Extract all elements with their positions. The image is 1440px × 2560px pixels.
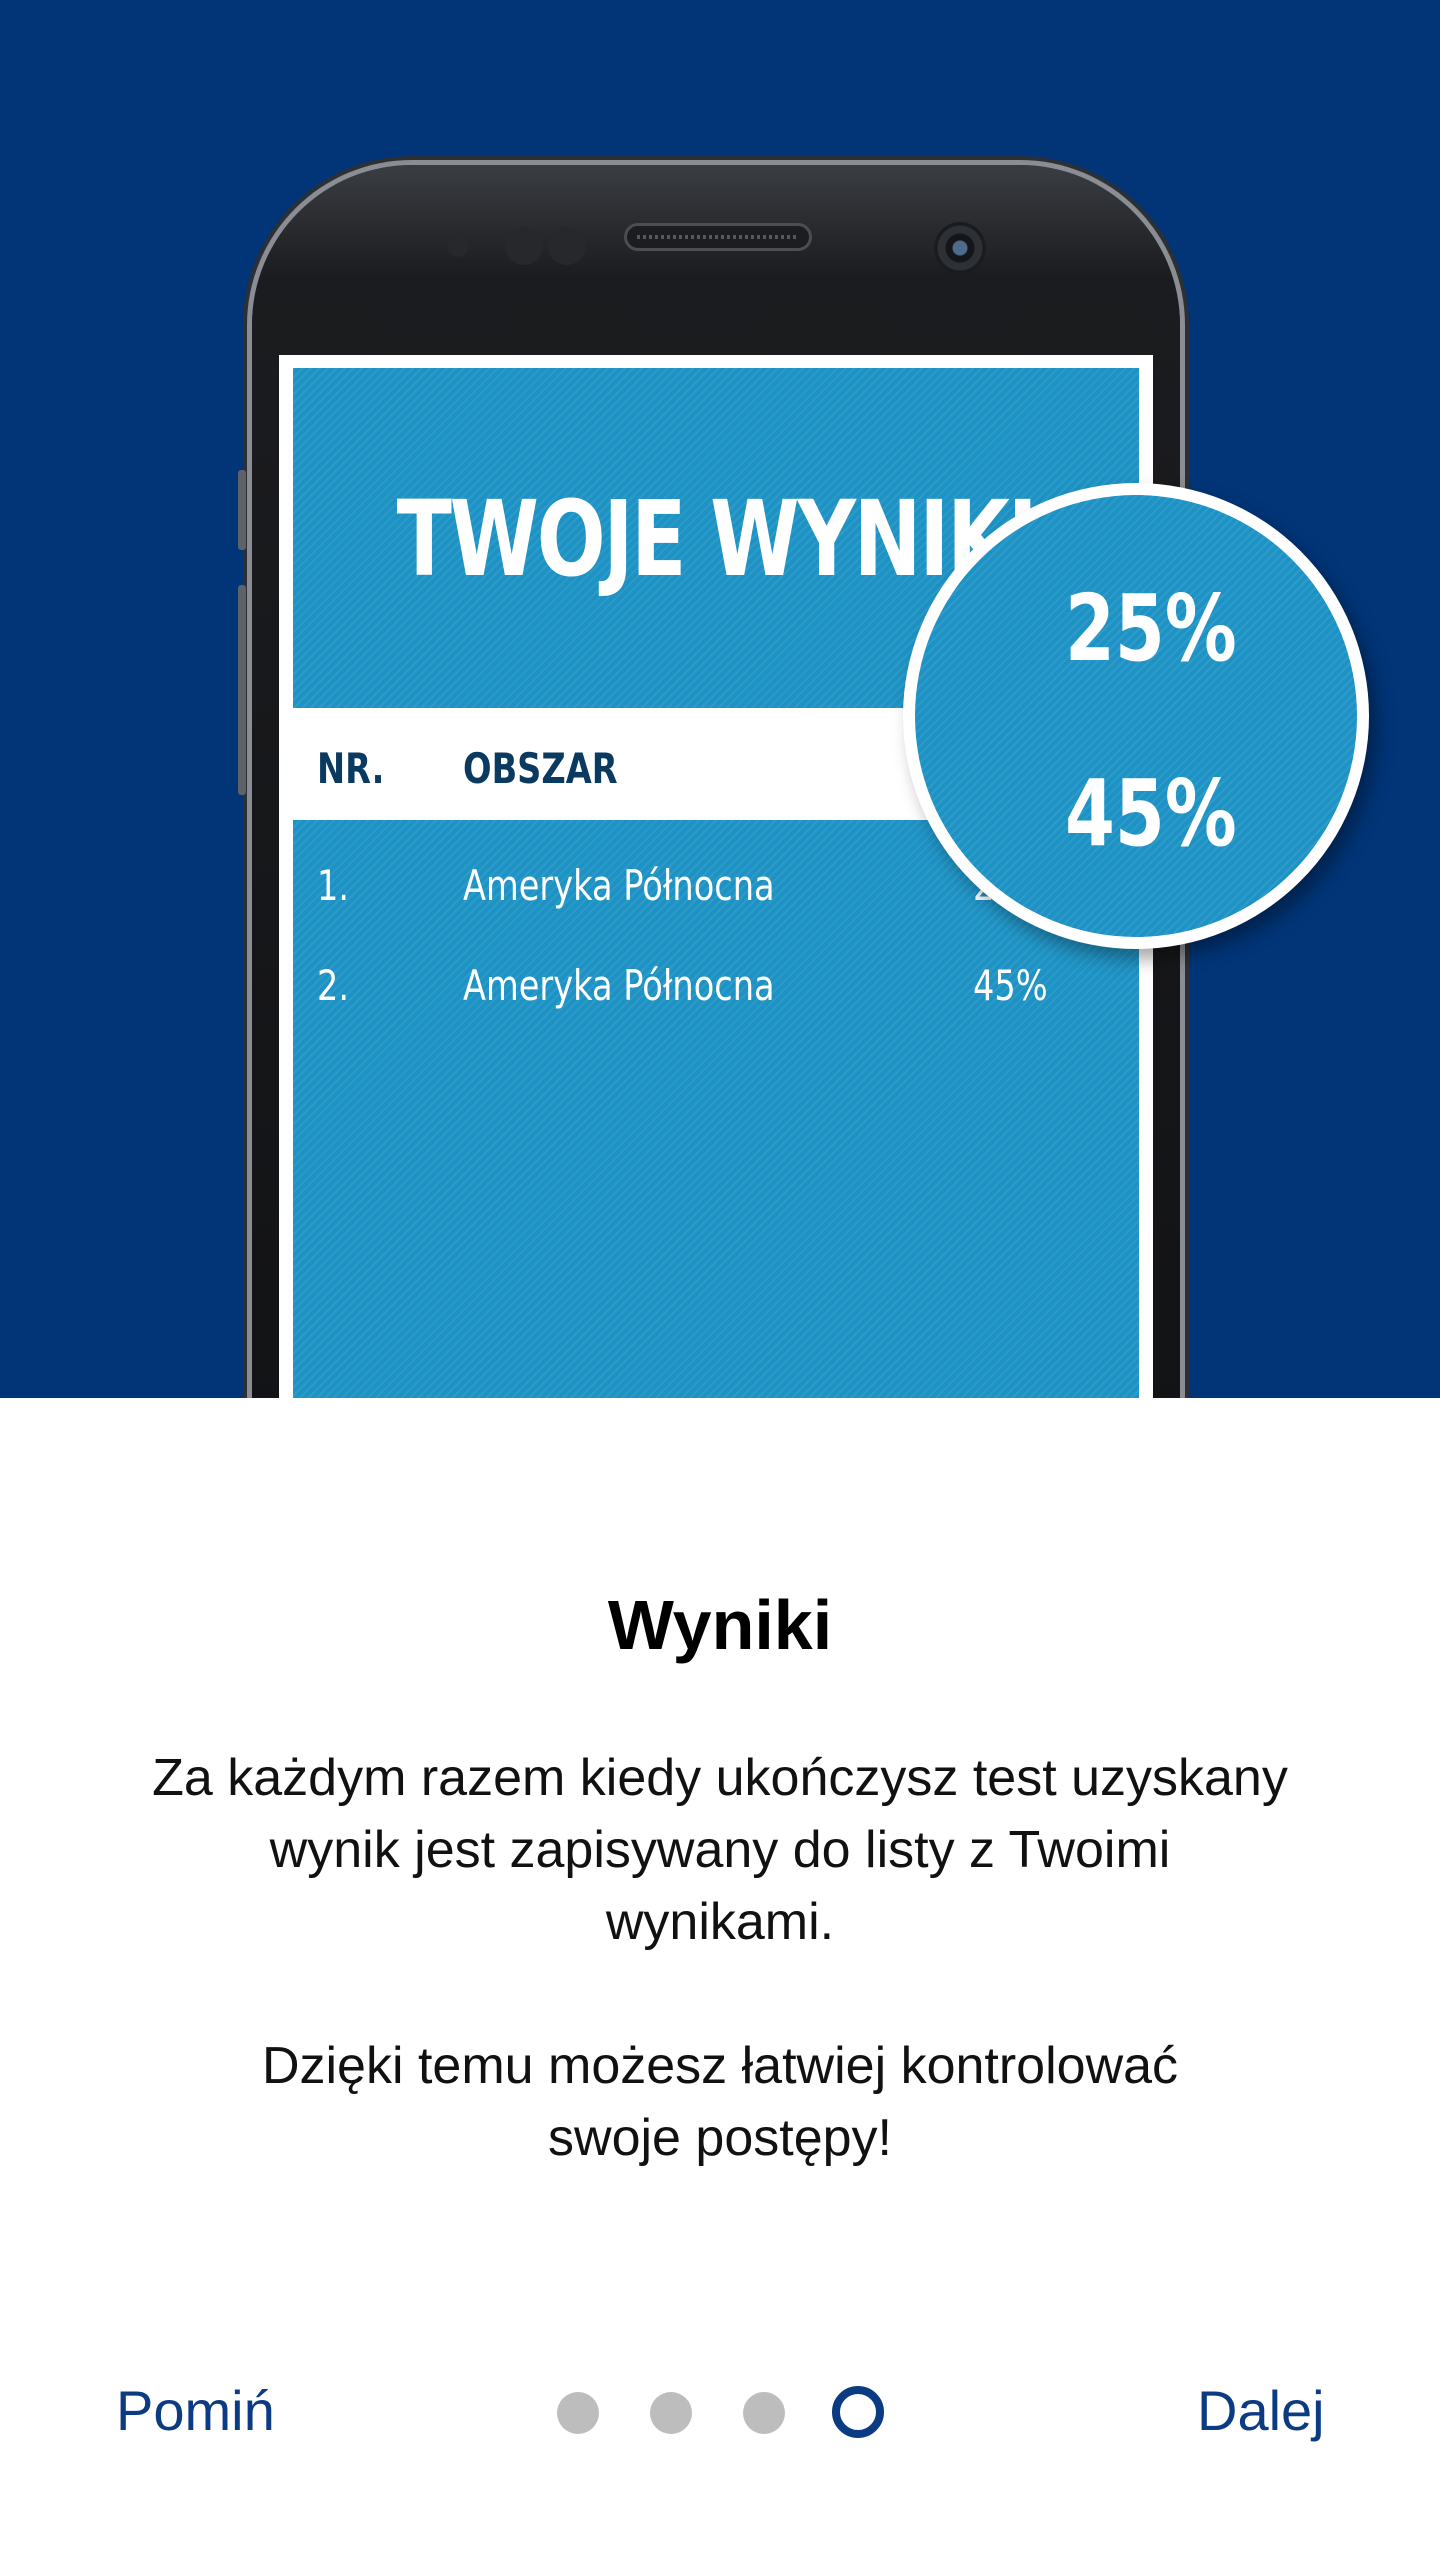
row-number: 2. bbox=[317, 961, 350, 1010]
description-line: swoje postępy! bbox=[548, 2109, 892, 2167]
page-dot[interactable] bbox=[650, 2392, 692, 2434]
column-header-area: OBSZAR bbox=[463, 744, 618, 793]
row-score: 45% bbox=[973, 961, 1048, 1010]
page-dot[interactable] bbox=[557, 2392, 599, 2434]
description-line: wynikami. bbox=[605, 1893, 835, 1951]
bubble-score: 45% bbox=[1065, 760, 1237, 867]
description-line: Za każdym razem kiedy ukończysz test uzy… bbox=[152, 1749, 1288, 1807]
phone-sensor bbox=[447, 235, 469, 257]
column-header-nr: NR. bbox=[317, 744, 385, 793]
skip-button[interactable]: Pomiń bbox=[116, 2378, 275, 2443]
phone-sensor bbox=[505, 227, 543, 265]
page-title: Wyniki bbox=[607, 1586, 833, 1664]
bubble-score: 25% bbox=[1065, 575, 1237, 682]
phone-side-button bbox=[238, 665, 246, 795]
next-button[interactable]: Dalej bbox=[1197, 2378, 1325, 2443]
description-paragraph: Dzięki temu możesz łatwiej kontrolować s… bbox=[120, 2030, 1320, 2174]
magnifier-bubble: 25% 45% bbox=[903, 483, 1369, 949]
page-dot-active[interactable] bbox=[832, 2386, 884, 2438]
phone-side-button bbox=[238, 470, 246, 550]
row-area: Ameryka Północna bbox=[463, 961, 775, 1010]
row-area: Ameryka Północna bbox=[463, 861, 775, 910]
row-number: 1. bbox=[317, 861, 350, 910]
hero-illustration: TWOJE WYNIKI NR. OBSZAR 1. Ameryka Półno… bbox=[0, 0, 1440, 1398]
phone-camera-icon bbox=[934, 222, 986, 274]
description-line: Dzięki temu możesz łatwiej kontrolować bbox=[261, 2037, 1179, 2095]
phone-sensor bbox=[548, 227, 586, 265]
description-paragraph: Za każdym razem kiedy ukończysz test uzy… bbox=[120, 1742, 1320, 1958]
page-dot[interactable] bbox=[743, 2392, 785, 2434]
magnifier-bubble-inner: 25% 45% bbox=[915, 495, 1357, 937]
phone-earpiece bbox=[624, 223, 812, 251]
description-line: wynik jest zapisywany do listy z Twoimi bbox=[269, 1821, 1171, 1879]
